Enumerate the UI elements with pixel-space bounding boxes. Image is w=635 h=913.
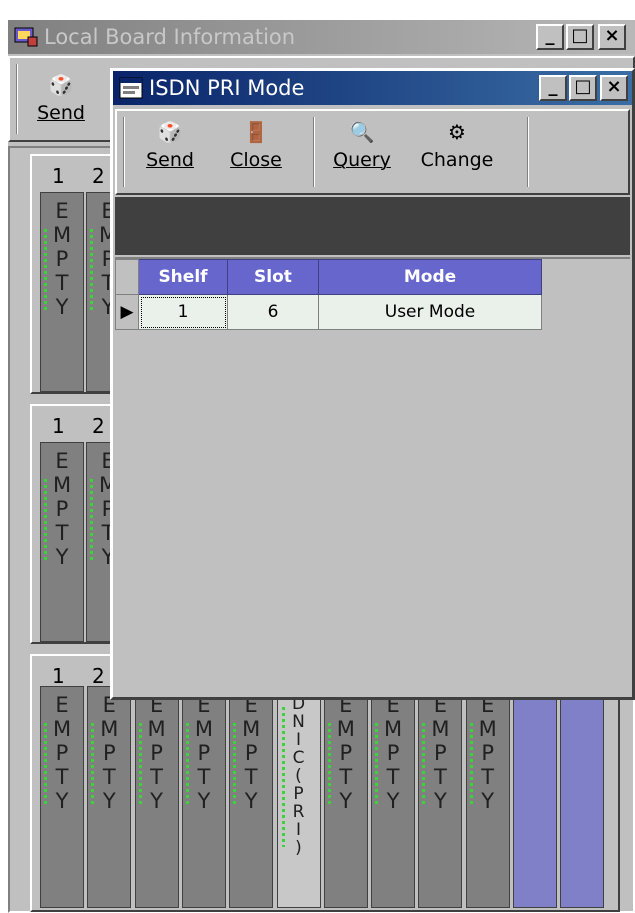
send-icon: 🎲 bbox=[157, 120, 183, 144]
dialog-minimize-button[interactable]: _ bbox=[539, 75, 567, 101]
slot-status: EMPTY bbox=[242, 693, 261, 813]
slot-status: EMPTY bbox=[52, 199, 72, 319]
shelf-slot[interactable]: EMPTY bbox=[418, 686, 463, 908]
slot-number: 2 bbox=[92, 164, 105, 188]
dialog-maximize-button[interactable]: □ bbox=[569, 75, 597, 101]
row-indicator-icon: ▶ bbox=[115, 294, 139, 330]
shelf-slot[interactable]: EMPTY bbox=[229, 686, 274, 908]
slot-status: EMPTY bbox=[384, 693, 403, 813]
table-row[interactable]: ▶ 1 6 User Mode bbox=[115, 294, 542, 330]
minimize-button[interactable]: _ bbox=[536, 24, 564, 50]
slot-status: EMPTY bbox=[52, 693, 72, 813]
dialog-title-bar[interactable]: ISDN PRI Mode _ □ × bbox=[113, 71, 632, 105]
main-window-title: Local Board Information bbox=[44, 25, 296, 49]
slot-status: EMPTY bbox=[147, 693, 166, 813]
dialog-title: ISDN PRI Mode bbox=[149, 76, 305, 100]
main-title-bar[interactable]: Local Board Information _ □ × bbox=[8, 20, 635, 54]
cell-mode[interactable]: User Mode bbox=[318, 294, 542, 330]
query-icon: 🔍 bbox=[349, 120, 375, 144]
change-button[interactable]: ⚙ Change bbox=[407, 119, 507, 171]
app-icon bbox=[14, 25, 38, 47]
shelf-slot[interactable]: EMPTY bbox=[40, 686, 84, 908]
shelf-slot[interactable]: EMPTY bbox=[134, 686, 179, 908]
column-header-slot[interactable]: Slot bbox=[227, 259, 319, 295]
dialog-icon bbox=[119, 77, 143, 99]
isdn-pri-mode-dialog: ISDN PRI Mode _ □ × 🎲 Send 🚪 Close 🔍 Que… bbox=[110, 68, 635, 700]
shelf-slot[interactable]: EMPTY bbox=[40, 442, 84, 642]
send-icon: 🎲 bbox=[48, 73, 74, 97]
slot-status: EMPTY bbox=[100, 693, 119, 813]
shelf-slot[interactable]: EMPTY bbox=[371, 686, 416, 908]
close-button[interactable]: 🚪 Close bbox=[221, 119, 291, 171]
dialog-status-band bbox=[115, 197, 630, 255]
column-header-mode[interactable]: Mode bbox=[318, 259, 542, 295]
cell-shelf[interactable]: 1 bbox=[138, 294, 228, 330]
column-header-shelf[interactable]: Shelf bbox=[138, 259, 228, 295]
door-icon: 🚪 bbox=[243, 120, 269, 144]
slot-number: 2 bbox=[92, 414, 105, 438]
slot-status: EMPTY bbox=[52, 449, 72, 569]
maximize-button[interactable]: □ bbox=[566, 24, 594, 50]
shelf-slot[interactable] bbox=[560, 686, 605, 908]
query-button[interactable]: 🔍 Query bbox=[325, 119, 399, 171]
slot-status: EMPTY bbox=[336, 693, 355, 813]
slot-status: D N I C(P R I) bbox=[291, 694, 306, 858]
slot-number: 1 bbox=[52, 664, 65, 688]
shelf-slot[interactable]: EMPTY bbox=[181, 686, 226, 908]
slot-status: EMPTY bbox=[478, 693, 497, 813]
dialog-toolbar: 🎲 Send 🚪 Close 🔍 Query ⚙ Change bbox=[115, 109, 630, 195]
slot-number: 1 bbox=[52, 164, 65, 188]
shelf-slot[interactable] bbox=[513, 686, 557, 908]
close-window-button[interactable]: × bbox=[598, 24, 626, 50]
shelf-slot[interactable]: EMPTY bbox=[87, 686, 132, 908]
shelf-slot[interactable]: EMPTY bbox=[465, 686, 510, 908]
mode-table: Shelf Slot Mode ▶ 1 6 User Mode bbox=[115, 259, 542, 330]
send-button[interactable]: 🎲 Send bbox=[135, 119, 205, 171]
change-icon: ⚙ bbox=[448, 120, 466, 144]
shelf-slot[interactable]: D N I C(P R I) bbox=[276, 686, 321, 908]
slot-status: EMPTY bbox=[431, 693, 450, 813]
slot-status: EMPTY bbox=[194, 693, 213, 813]
main-send-button[interactable]: 🎲 Send bbox=[26, 72, 96, 124]
shelf-slot[interactable]: EMPTY bbox=[40, 192, 84, 392]
slot-number: 1 bbox=[52, 414, 65, 438]
row-indicator-header bbox=[115, 259, 139, 295]
cell-slot[interactable]: 6 bbox=[227, 294, 319, 330]
dialog-close-window-button[interactable]: × bbox=[600, 75, 628, 101]
shelf-slot[interactable]: EMPTY bbox=[323, 686, 368, 908]
slot-number: 2 bbox=[92, 664, 105, 688]
